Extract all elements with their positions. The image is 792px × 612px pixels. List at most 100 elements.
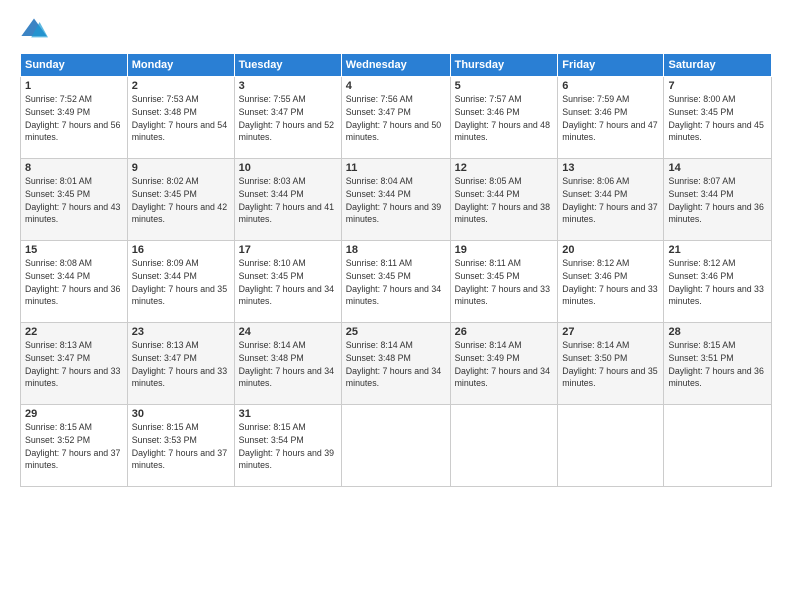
- daylight-label: Daylight: 7 hours and 34 minutes.: [455, 366, 550, 389]
- calendar-week-3: 15 Sunrise: 8:08 AM Sunset: 3:44 PM Dayl…: [21, 241, 772, 323]
- sunset-label: Sunset: 3:48 PM: [239, 353, 304, 363]
- daylight-label: Daylight: 7 hours and 34 minutes.: [346, 366, 441, 389]
- day-info: Sunrise: 8:05 AM Sunset: 3:44 PM Dayligh…: [455, 175, 554, 226]
- day-number: 1: [25, 80, 123, 92]
- daylight-label: Daylight: 7 hours and 36 minutes.: [25, 284, 120, 307]
- calendar-cell: 23 Sunrise: 8:13 AM Sunset: 3:47 PM Dayl…: [127, 323, 234, 405]
- day-info: Sunrise: 8:14 AM Sunset: 3:48 PM Dayligh…: [239, 339, 337, 390]
- daylight-label: Daylight: 7 hours and 34 minutes.: [346, 284, 441, 307]
- sunset-label: Sunset: 3:44 PM: [25, 271, 90, 281]
- day-number: 27: [562, 326, 659, 338]
- calendar-cell: 29 Sunrise: 8:15 AM Sunset: 3:52 PM Dayl…: [21, 405, 128, 487]
- sunrise-label: Sunrise: 8:08 AM: [25, 258, 92, 268]
- sunset-label: Sunset: 3:45 PM: [346, 271, 411, 281]
- daylight-label: Daylight: 7 hours and 36 minutes.: [668, 366, 763, 389]
- calendar-header-tuesday: Tuesday: [234, 54, 341, 77]
- sunrise-label: Sunrise: 8:05 AM: [455, 176, 522, 186]
- calendar-cell: 5 Sunrise: 7:57 AM Sunset: 3:46 PM Dayli…: [450, 77, 558, 159]
- sunset-label: Sunset: 3:53 PM: [132, 435, 197, 445]
- calendar-cell: 22 Sunrise: 8:13 AM Sunset: 3:47 PM Dayl…: [21, 323, 128, 405]
- calendar-cell: 7 Sunrise: 8:00 AM Sunset: 3:45 PM Dayli…: [664, 77, 772, 159]
- calendar-cell: 12 Sunrise: 8:05 AM Sunset: 3:44 PM Dayl…: [450, 159, 558, 241]
- day-number: 30: [132, 408, 230, 420]
- calendar-week-2: 8 Sunrise: 8:01 AM Sunset: 3:45 PM Dayli…: [21, 159, 772, 241]
- day-number: 4: [346, 80, 446, 92]
- day-number: 28: [668, 326, 767, 338]
- day-number: 29: [25, 408, 123, 420]
- day-info: Sunrise: 7:52 AM Sunset: 3:49 PM Dayligh…: [25, 93, 123, 144]
- day-number: 17: [239, 244, 337, 256]
- day-number: 12: [455, 162, 554, 174]
- daylight-label: Daylight: 7 hours and 37 minutes.: [132, 448, 227, 471]
- sunrise-label: Sunrise: 8:09 AM: [132, 258, 199, 268]
- calendar-cell: 10 Sunrise: 8:03 AM Sunset: 3:44 PM Dayl…: [234, 159, 341, 241]
- day-info: Sunrise: 8:15 AM Sunset: 3:52 PM Dayligh…: [25, 421, 123, 472]
- sunset-label: Sunset: 3:49 PM: [25, 107, 90, 117]
- day-info: Sunrise: 8:15 AM Sunset: 3:53 PM Dayligh…: [132, 421, 230, 472]
- sunset-label: Sunset: 3:47 PM: [346, 107, 411, 117]
- sunset-label: Sunset: 3:47 PM: [239, 107, 304, 117]
- sunset-label: Sunset: 3:45 PM: [25, 189, 90, 199]
- sunrise-label: Sunrise: 8:13 AM: [132, 340, 199, 350]
- day-number: 3: [239, 80, 337, 92]
- day-info: Sunrise: 7:57 AM Sunset: 3:46 PM Dayligh…: [455, 93, 554, 144]
- sunset-label: Sunset: 3:44 PM: [346, 189, 411, 199]
- sunrise-label: Sunrise: 8:12 AM: [668, 258, 735, 268]
- sunset-label: Sunset: 3:45 PM: [668, 107, 733, 117]
- day-number: 6: [562, 80, 659, 92]
- day-info: Sunrise: 8:06 AM Sunset: 3:44 PM Dayligh…: [562, 175, 659, 226]
- day-number: 18: [346, 244, 446, 256]
- calendar-cell: [450, 405, 558, 487]
- sunrise-label: Sunrise: 8:14 AM: [346, 340, 413, 350]
- daylight-label: Daylight: 7 hours and 42 minutes.: [132, 202, 227, 225]
- daylight-label: Daylight: 7 hours and 33 minutes.: [455, 284, 550, 307]
- calendar-week-4: 22 Sunrise: 8:13 AM Sunset: 3:47 PM Dayl…: [21, 323, 772, 405]
- sunrise-label: Sunrise: 8:04 AM: [346, 176, 413, 186]
- calendar-cell: 8 Sunrise: 8:01 AM Sunset: 3:45 PM Dayli…: [21, 159, 128, 241]
- sunset-label: Sunset: 3:47 PM: [25, 353, 90, 363]
- sunrise-label: Sunrise: 8:15 AM: [239, 422, 306, 432]
- calendar-cell: 28 Sunrise: 8:15 AM Sunset: 3:51 PM Dayl…: [664, 323, 772, 405]
- day-number: 24: [239, 326, 337, 338]
- day-number: 5: [455, 80, 554, 92]
- day-info: Sunrise: 7:53 AM Sunset: 3:48 PM Dayligh…: [132, 93, 230, 144]
- day-info: Sunrise: 8:03 AM Sunset: 3:44 PM Dayligh…: [239, 175, 337, 226]
- sunrise-label: Sunrise: 8:07 AM: [668, 176, 735, 186]
- calendar-cell: 18 Sunrise: 8:11 AM Sunset: 3:45 PM Dayl…: [341, 241, 450, 323]
- calendar-cell: 14 Sunrise: 8:07 AM Sunset: 3:44 PM Dayl…: [664, 159, 772, 241]
- day-info: Sunrise: 8:14 AM Sunset: 3:49 PM Dayligh…: [455, 339, 554, 390]
- day-info: Sunrise: 8:00 AM Sunset: 3:45 PM Dayligh…: [668, 93, 767, 144]
- calendar-cell: 19 Sunrise: 8:11 AM Sunset: 3:45 PM Dayl…: [450, 241, 558, 323]
- daylight-label: Daylight: 7 hours and 56 minutes.: [25, 120, 120, 143]
- daylight-label: Daylight: 7 hours and 33 minutes.: [668, 284, 763, 307]
- calendar-header-saturday: Saturday: [664, 54, 772, 77]
- sunrise-label: Sunrise: 8:11 AM: [455, 258, 521, 268]
- sunset-label: Sunset: 3:45 PM: [455, 271, 520, 281]
- sunrise-label: Sunrise: 8:14 AM: [455, 340, 522, 350]
- day-info: Sunrise: 8:11 AM Sunset: 3:45 PM Dayligh…: [346, 257, 446, 308]
- daylight-label: Daylight: 7 hours and 35 minutes.: [132, 284, 227, 307]
- daylight-label: Daylight: 7 hours and 37 minutes.: [562, 202, 657, 225]
- daylight-label: Daylight: 7 hours and 39 minutes.: [346, 202, 441, 225]
- sunset-label: Sunset: 3:44 PM: [132, 271, 197, 281]
- sunset-label: Sunset: 3:46 PM: [455, 107, 520, 117]
- sunset-label: Sunset: 3:46 PM: [562, 271, 627, 281]
- day-number: 19: [455, 244, 554, 256]
- calendar-header-row: SundayMondayTuesdayWednesdayThursdayFrid…: [21, 54, 772, 77]
- sunset-label: Sunset: 3:54 PM: [239, 435, 304, 445]
- sunset-label: Sunset: 3:46 PM: [562, 107, 627, 117]
- daylight-label: Daylight: 7 hours and 39 minutes.: [239, 448, 334, 471]
- day-number: 11: [346, 162, 446, 174]
- calendar-header-thursday: Thursday: [450, 54, 558, 77]
- calendar-cell: 3 Sunrise: 7:55 AM Sunset: 3:47 PM Dayli…: [234, 77, 341, 159]
- daylight-label: Daylight: 7 hours and 35 minutes.: [562, 366, 657, 389]
- day-number: 21: [668, 244, 767, 256]
- sunrise-label: Sunrise: 8:14 AM: [239, 340, 306, 350]
- calendar-header-friday: Friday: [558, 54, 664, 77]
- day-info: Sunrise: 8:13 AM Sunset: 3:47 PM Dayligh…: [132, 339, 230, 390]
- day-info: Sunrise: 8:11 AM Sunset: 3:45 PM Dayligh…: [455, 257, 554, 308]
- day-number: 22: [25, 326, 123, 338]
- day-info: Sunrise: 8:08 AM Sunset: 3:44 PM Dayligh…: [25, 257, 123, 308]
- calendar-header-monday: Monday: [127, 54, 234, 77]
- sunrise-label: Sunrise: 8:15 AM: [25, 422, 92, 432]
